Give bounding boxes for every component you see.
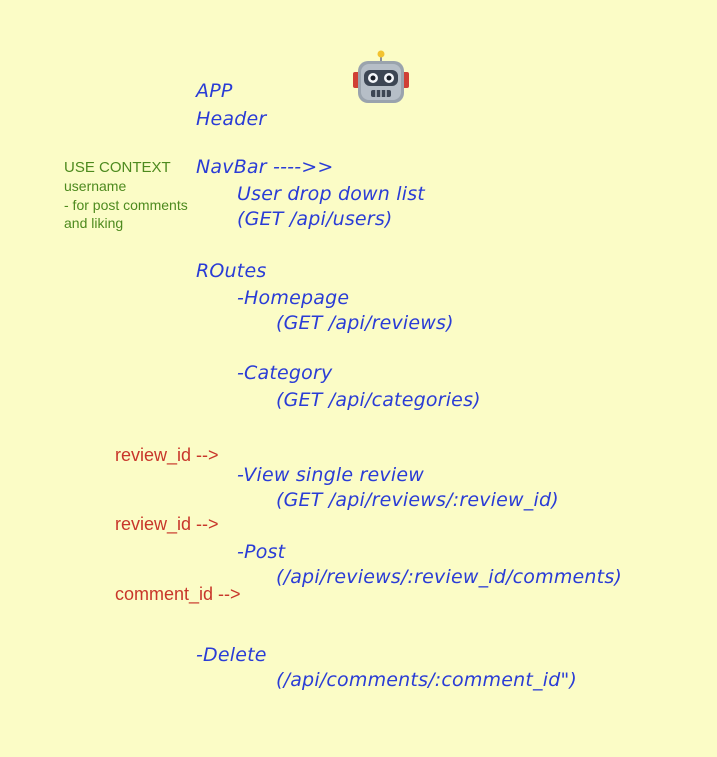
comment-id-param: comment_id --> [115,584,241,604]
context-note-line: - for post comments [64,197,188,213]
users-endpoint: (GET /api/users) [237,208,393,230]
delete-route: -Delete [196,644,267,666]
review-id-param: review_id --> [115,445,219,465]
category-route: -Category [237,362,333,384]
robot-icon [353,50,409,103]
context-note-line: username [64,178,127,194]
header-label: Header [196,108,267,130]
app-label: APP [196,80,233,102]
context-note-title: USE CONTEXT [64,159,171,176]
homepage-route: -Homepage [237,287,350,309]
routes-label: ROutes [196,260,267,282]
user-dropdown-label: User drop down list [237,183,425,205]
category-endpoint: (GET /api/categories) [276,389,481,411]
navbar-label: NavBar ---->> [196,156,334,178]
view-review-endpoint: (GET /api/reviews/:review_id) [276,489,559,511]
post-route: -Post [237,541,286,563]
context-note-line: and liking [64,215,124,231]
review-id-param: review_id --> [115,514,219,534]
delete-endpoint: (/api/comments/:comment_id") [276,669,578,691]
view-review-route: -View single review [237,464,424,486]
post-endpoint: (/api/reviews/:review_id/comments) [276,566,623,588]
homepage-endpoint: (GET /api/reviews) [276,312,454,334]
